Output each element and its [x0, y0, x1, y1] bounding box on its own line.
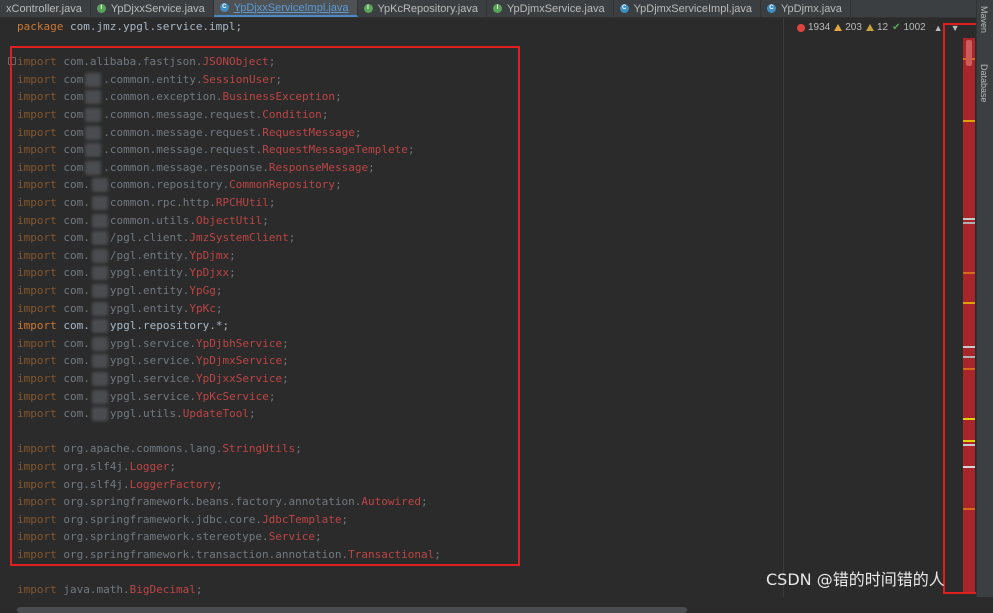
warning-count[interactable]: 203: [834, 22, 862, 33]
tab-ypdjxxserviceimpl-java[interactable]: C YpDjxxServiceImpl.java: [213, 0, 358, 17]
import-keyword: import: [17, 583, 57, 597]
tab-label: xController.java: [6, 2, 82, 15]
tab-label: YpDjmxService.java: [507, 2, 605, 15]
editor-tab-bar: xController.java I YpDjxxService.java C YpDj…: [0, 0, 976, 18]
database-tool-tab[interactable]: Database: [979, 64, 989, 103]
import-package-prefix: java.math.: [63, 583, 130, 597]
tab-label: YpDjmx.java: [781, 2, 842, 15]
package-name: com.jmz.ypgl.service.impl;: [69, 20, 243, 33]
green-interface-icon: I: [96, 4, 106, 13]
warning-icon: [834, 24, 843, 31]
tab-xcontroller-java[interactable]: xController.java: [0, 0, 91, 17]
annotation-box-imports: [10, 46, 520, 566]
blue-class-icon: C: [619, 4, 629, 13]
package-keyword: package: [17, 20, 64, 33]
package-declaration: package com.jmz.ypgl.service.impl;: [17, 18, 242, 36]
right-margin-guide: [783, 18, 784, 597]
inspection-widget[interactable]: 1934 203 12 ✔ 1002 ▲ ▼: [797, 22, 960, 33]
blue-class-icon: C: [219, 3, 229, 12]
annotation-box-error-stripe: [943, 23, 979, 594]
green-interface-icon: I: [493, 4, 502, 13]
tab-ypdjxxservice-java[interactable]: I YpDjxxService.java: [91, 0, 214, 17]
right-tool-window-bar: Maven Database: [976, 0, 993, 597]
blue-class-icon: C: [767, 4, 776, 13]
watermark: CSDN @错的时间错的人: [766, 570, 945, 589]
semicolon: ;: [195, 583, 203, 597]
tab-ypdjmxservice-java[interactable]: I YpDjmxService.java: [487, 0, 614, 17]
ok-count[interactable]: ✔ 1002: [892, 22, 926, 33]
check-icon: ✔: [892, 22, 901, 33]
tab-label: YpDjmxServiceImpl.java: [633, 2, 752, 15]
tab-ypkcrepository-java[interactable]: I YpKcRepository.java: [358, 0, 487, 17]
tab-label: YpKcRepository.java: [377, 2, 478, 15]
weak-warning-icon: [865, 24, 874, 31]
previous-highlight-icon[interactable]: ▲: [934, 23, 943, 33]
tab-label: YpDjxxService.java: [110, 2, 205, 15]
green-interface-icon: I: [363, 4, 373, 13]
weak-warning-count[interactable]: 12: [865, 22, 888, 33]
horizontal-scrollbar[interactable]: [17, 607, 687, 613]
tab-label: YpDjxxServiceImpl.java: [233, 1, 349, 14]
tab-ypdjmx-java[interactable]: C YpDjmx.java: [761, 0, 851, 17]
tab-ypdjmxserviceimpl-java[interactable]: C YpDjmxServiceImpl.java: [614, 0, 761, 17]
import-line: import java.math.BigDecimal;: [17, 581, 202, 599]
import-class-name: BigDecimal: [129, 583, 196, 597]
error-icon: [797, 23, 805, 32]
error-count[interactable]: 1934: [797, 22, 830, 33]
maven-tool-tab[interactable]: Maven: [979, 6, 989, 33]
